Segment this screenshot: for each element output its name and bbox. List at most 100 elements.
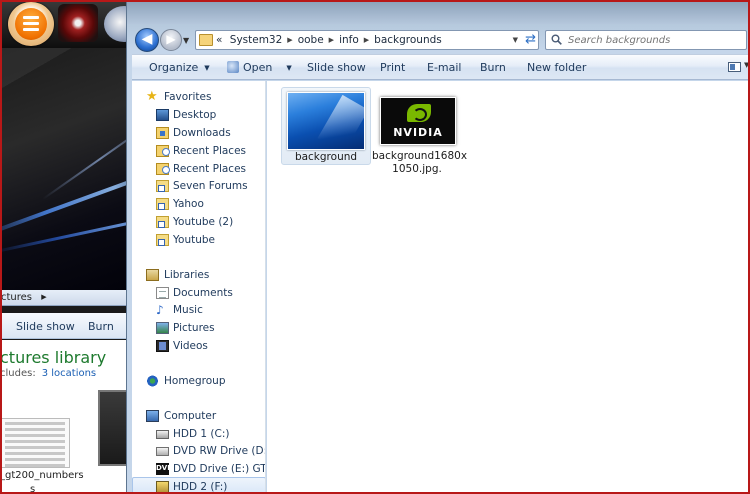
nav-libraries[interactable]: Libraries xyxy=(132,266,265,284)
breadcrumb-info[interactable]: info xyxy=(339,34,359,46)
breadcrumb: « System32 ▶ oobe ▶ info ▶ backgrounds xyxy=(216,34,442,46)
recent-places-icon xyxy=(156,163,170,175)
nav-item-recent-places-2[interactable]: Recent Places xyxy=(132,160,265,178)
videos-icon xyxy=(156,340,169,352)
locations-link[interactable]: 3 locations xyxy=(42,368,96,379)
file-name-line1: background1680x xyxy=(372,150,468,162)
nav-homegroup-label: Homegroup xyxy=(164,375,226,387)
file-item-background1680x1050[interactable]: NVIDIA background1680x 1050.jpg. xyxy=(372,87,467,177)
address-dropdown-icon[interactable]: ▼ xyxy=(513,36,518,44)
open-button[interactable]: Open ▼ xyxy=(227,61,292,74)
chevron-right-icon[interactable]: ▶ xyxy=(287,36,292,44)
shortcut-folder-icon xyxy=(156,216,169,228)
homegroup-icon xyxy=(146,375,159,387)
background-burn-button[interactable]: Burn xyxy=(88,320,114,333)
nav-item-label: DVD Drive (E:) GTA I xyxy=(173,463,266,475)
nav-item-label: Documents xyxy=(173,287,233,299)
nav-homegroup[interactable]: Homegroup xyxy=(132,372,265,390)
folder-icon xyxy=(199,34,213,46)
nav-item-pictures[interactable]: Pictures xyxy=(132,319,265,337)
nav-item-label: HDD 1 (C:) xyxy=(173,428,230,440)
nav-item-youtube-2[interactable]: Youtube (2) xyxy=(132,213,265,231)
file-name-label-continued: s xyxy=(30,484,36,494)
view-dropdown-icon[interactable]: ▼ xyxy=(744,61,749,69)
dvd-drive-icon xyxy=(156,447,169,456)
print-button[interactable]: Print xyxy=(380,61,405,74)
background-address-text: ctures xyxy=(1,292,33,303)
background-window: ctures ▶ Slide show Burn ctures library … xyxy=(0,0,132,494)
nav-item-music[interactable]: ♪ Music xyxy=(132,301,265,319)
title-bar[interactable] xyxy=(127,0,750,24)
chevron-right-icon[interactable]: ▶ xyxy=(364,36,369,44)
start-menu-icon[interactable] xyxy=(8,2,54,46)
nav-computer[interactable]: Computer xyxy=(132,407,265,425)
shortcut-folder-icon xyxy=(156,234,169,246)
nav-item-yahoo[interactable]: Yahoo xyxy=(132,195,265,213)
nav-item-label: Music xyxy=(173,304,203,316)
pictures-icon xyxy=(156,322,169,334)
recent-pages-dropdown[interactable]: ▼ xyxy=(183,36,189,45)
nav-item-youtube[interactable]: Youtube xyxy=(132,231,265,249)
back-button[interactable]: ◀ xyxy=(135,28,159,52)
chevron-down-icon: ▼ xyxy=(204,64,210,72)
taskbar xyxy=(0,0,132,48)
organize-button[interactable]: Organize ▼ xyxy=(149,61,210,74)
star-icon: ★ xyxy=(146,89,158,104)
breadcrumb-backgrounds[interactable]: backgrounds xyxy=(374,34,442,46)
nav-item-label: Yahoo xyxy=(173,198,204,210)
address-bar[interactable]: « System32 ▶ oobe ▶ info ▶ backgrounds ▼ ⇄ xyxy=(195,30,539,50)
nav-item-videos[interactable]: Videos xyxy=(132,337,265,355)
nav-favorites[interactable]: ★ Favorites xyxy=(132,88,265,106)
desktop-icon xyxy=(156,109,169,121)
breadcrumb-overflow[interactable]: « xyxy=(216,34,222,46)
nav-item-dvd-drive[interactable]: DVD DVD Drive (E:) GTA I xyxy=(132,460,266,478)
nav-item-label: Pictures xyxy=(173,322,215,334)
arrow-left-icon: ◀ xyxy=(141,31,153,47)
hard-drive-icon xyxy=(156,430,169,439)
email-button[interactable]: E-mail xyxy=(427,61,462,74)
nav-item-hdd2[interactable]: HDD 2 (F:) xyxy=(132,477,265,494)
breadcrumb-system32[interactable]: System32 xyxy=(230,34,283,46)
breadcrumb-oobe[interactable]: oobe xyxy=(298,34,324,46)
taskbar-app-icon[interactable] xyxy=(58,4,98,42)
nav-item-documents[interactable]: Documents xyxy=(132,284,265,302)
nav-item-hdd1[interactable]: HDD 1 (C:) xyxy=(132,425,265,443)
search-input[interactable] xyxy=(568,33,738,47)
nav-favorites-label: Favorites xyxy=(164,91,212,103)
open-icon xyxy=(227,61,239,73)
search-box[interactable] xyxy=(545,30,747,50)
nav-item-recent-places[interactable]: Recent Places xyxy=(132,142,265,160)
background-address-bar[interactable]: ctures ▶ xyxy=(0,290,132,306)
documents-icon xyxy=(156,287,169,299)
chevron-down-icon: ▼ xyxy=(286,64,292,72)
forward-button[interactable]: ▶ xyxy=(160,29,182,51)
nav-item-label: Recent Places xyxy=(173,145,247,157)
file-name-label: _gt200_numbers xyxy=(0,470,84,481)
nav-item-desktop[interactable]: Desktop xyxy=(132,106,265,124)
nav-item-downloads[interactable]: Downloads xyxy=(132,124,265,142)
file-view: background NVIDIA background1680x 1050.j… xyxy=(267,81,750,494)
background-slideshow-button[interactable]: Slide show xyxy=(16,320,75,333)
nav-item-label: Desktop xyxy=(173,109,217,121)
slideshow-button[interactable]: Slide show xyxy=(307,61,366,74)
chevron-right-icon: ▶ xyxy=(41,293,47,301)
file-item-background[interactable]: background xyxy=(281,87,371,165)
includes-label: cludes: xyxy=(0,368,36,379)
burn-button[interactable]: Burn xyxy=(480,61,506,74)
document-thumbnail[interactable] xyxy=(0,418,70,468)
recent-places-icon xyxy=(156,145,170,157)
new-folder-button[interactable]: New folder xyxy=(527,61,586,74)
change-view-icon[interactable] xyxy=(728,62,741,72)
chevron-right-icon[interactable]: ▶ xyxy=(329,36,334,44)
downloads-folder-icon xyxy=(156,127,169,139)
library-includes: cludes: 3 locations xyxy=(0,368,96,379)
nav-item-label: Videos xyxy=(173,340,208,352)
file-name: background1680x 1050.jpg. xyxy=(372,150,467,176)
navigation-pane: ★ Favorites Desktop Downloads Recent Pla… xyxy=(132,81,266,494)
refresh-icon[interactable]: ⇄ xyxy=(525,32,536,47)
nav-item-seven-forums[interactable]: Seven Forums xyxy=(132,177,265,195)
nav-item-dvd-rw[interactable]: DVD RW Drive (D:) W xyxy=(132,442,265,460)
library-title: ctures library xyxy=(0,348,107,367)
nav-item-label: DVD RW Drive (D:) W xyxy=(173,445,265,457)
nvidia-logo-thumbnail: NVIDIA xyxy=(380,97,456,145)
